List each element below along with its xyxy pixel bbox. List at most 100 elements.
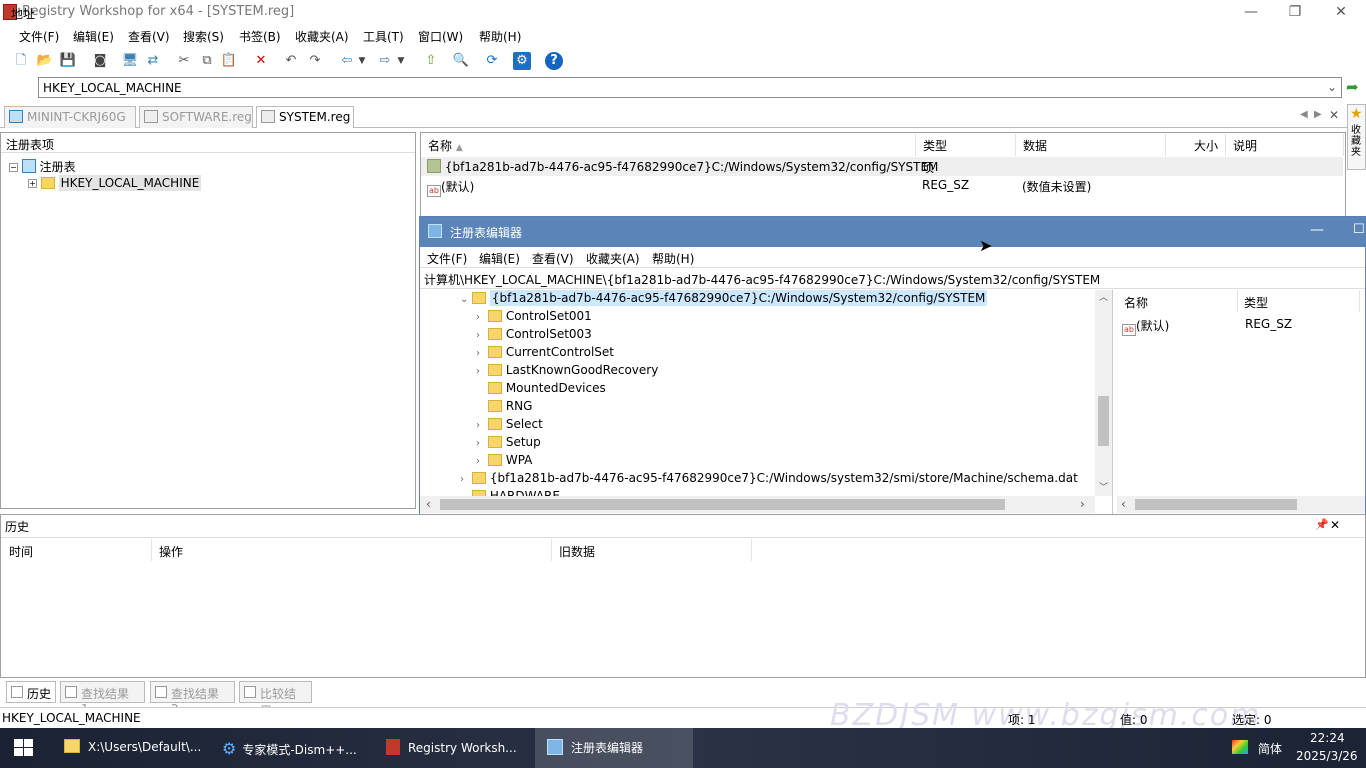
scroll-up-icon[interactable]: ︿ (1099, 290, 1108, 303)
copy-icon[interactable]: ⧉ (198, 52, 216, 70)
tab-find-results-2[interactable]: 查找结果 2 (150, 681, 235, 716)
menu-bookmarks[interactable]: 书签(B) (239, 28, 281, 45)
values-horizontal-scrollbar[interactable]: ‹ (1117, 496, 1365, 513)
paste-icon[interactable]: 📋 (220, 52, 238, 70)
list-row-selected[interactable]: {bf1a281b-ad7b-4476-ac95-f47682990ce7}C:… (421, 157, 1343, 176)
taskbar-dism[interactable]: ⚙ 专家模式-Dism++... (214, 728, 374, 768)
values-col-type[interactable]: 类型 (1244, 294, 1268, 311)
tab-scroll-right-icon[interactable]: ▶ (1314, 109, 1322, 120)
menu-window[interactable]: 窗口(W) (418, 28, 463, 45)
settings-icon[interactable]: ⚙ (513, 52, 531, 70)
values-col-name[interactable]: 名称 (1124, 294, 1148, 311)
column-size[interactable]: 大小 (1166, 134, 1226, 156)
collapse-icon[interactable]: − (9, 163, 18, 172)
help-icon[interactable]: ? (545, 52, 563, 70)
regedit-menu-file[interactable]: 文件(F) (427, 250, 467, 267)
tree-item[interactable]: › LastKnownGoodRecovery (476, 363, 658, 381)
history-col-time[interactable]: 时间 (9, 543, 33, 560)
menu-favorites[interactable]: 收藏夹(A) (295, 28, 349, 45)
scroll-left-icon[interactable]: ‹ (1121, 497, 1126, 511)
up-folder-icon[interactable]: ⇧ (422, 52, 440, 70)
address-dropdown-icon[interactable]: ⌄ (1327, 80, 1337, 94)
new-icon[interactable]: 🗋 (12, 52, 30, 70)
tree-root[interactable]: − 注册表 (9, 158, 76, 175)
tab-compare-results[interactable]: 比较结果 (239, 681, 312, 718)
tree-vertical-scrollbar[interactable]: ︿ ﹀ (1095, 290, 1112, 496)
tree-item[interactable]: › Setup (476, 435, 541, 453)
expand-icon[interactable]: + (28, 179, 37, 188)
scroll-down-icon[interactable]: ﹀ (1099, 480, 1108, 493)
forward-dropdown-icon[interactable]: ▼ (396, 52, 406, 70)
tree-item-selected[interactable]: ⌄ {bf1a281b-ad7b-4476-ac95-f47682990ce7}… (460, 290, 988, 309)
go-arrow-icon[interactable]: ➦ (1346, 78, 1359, 96)
tree-item[interactable]: › {bf1a281b-ad7b-4476-ac95-f47682990ce7}… (460, 471, 1078, 489)
open-icon[interactable]: 📂 (36, 52, 54, 70)
tree-item[interactable]: › ControlSet003 (476, 327, 592, 345)
computer-icon[interactable]: 🖥 (121, 52, 139, 70)
refresh-icon[interactable]: ⟳ (483, 52, 501, 70)
connect-icon[interactable]: ⇄ (144, 52, 162, 70)
minimize-button[interactable]: — (1236, 2, 1266, 22)
close-button[interactable]: ✕ (1326, 2, 1356, 22)
tree-item[interactable]: › CurrentControlSet (476, 345, 614, 363)
column-data[interactable]: 数据 (1016, 134, 1166, 156)
forward-icon[interactable]: ⇨ (376, 52, 394, 70)
undo-icon[interactable]: ↶ (282, 52, 300, 70)
tab-scroll-left-icon[interactable]: ◀ (1300, 109, 1308, 120)
scroll-left-icon[interactable]: ‹ (426, 497, 431, 511)
redo-icon[interactable]: ↷ (306, 52, 324, 70)
menu-file[interactable]: 文件(F) (19, 28, 59, 45)
menu-tools[interactable]: 工具(T) (363, 28, 404, 45)
regedit-minimize-button[interactable]: — (1310, 222, 1324, 238)
tree-item[interactable]: › WPA (476, 453, 532, 471)
menu-edit[interactable]: 编辑(E) (73, 28, 114, 45)
camera-icon[interactable]: ◙ (91, 52, 109, 70)
save-icon[interactable]: 💾 (59, 52, 77, 70)
regedit-address-bar[interactable]: 计算机\HKEY_LOCAL_MACHINE\{bf1a281b-ad7b-44… (420, 267, 1365, 289)
input-language[interactable]: 简体 (1258, 740, 1282, 757)
maximize-button[interactable]: ❐ (1280, 2, 1310, 22)
tree-item[interactable]: RNG (476, 399, 532, 417)
address-input[interactable]: HKEY_LOCAL_MACHINE ⌄ (38, 77, 1342, 98)
scroll-thumb[interactable] (1098, 396, 1109, 446)
menu-search[interactable]: 搜索(S) (183, 28, 224, 45)
column-name[interactable]: 名称 ▲ (421, 134, 916, 156)
taskbar-regedit[interactable]: 注册表编辑器 (535, 728, 693, 768)
back-icon[interactable]: ⇦ (338, 52, 356, 70)
delete-icon[interactable]: ✕ (252, 52, 270, 70)
list-row[interactable]: ab (默认) REG_SZ (数值未设置) (421, 176, 1343, 197)
scroll-thumb[interactable] (440, 499, 1005, 510)
regedit-menu-help[interactable]: 帮助(H) (652, 250, 694, 267)
history-close-icon[interactable]: ✕ (1330, 518, 1340, 532)
tree-item[interactable]: MountedDevices (476, 381, 606, 399)
regedit-maximize-button[interactable]: ☐ (1353, 222, 1365, 237)
menu-help[interactable]: 帮助(H) (479, 28, 521, 45)
scroll-right-icon[interactable]: › (1080, 497, 1085, 511)
tab-history[interactable]: 历史 (6, 681, 56, 703)
regedit-menu-view[interactable]: 查看(V) (532, 250, 574, 267)
windows-start-icon[interactable] (14, 739, 34, 757)
clock-date[interactable]: 2025/3/26 (1296, 749, 1358, 763)
scroll-thumb[interactable] (1135, 499, 1297, 510)
clock-time[interactable]: 22:24 (1310, 731, 1345, 745)
value-row[interactable]: ab (默认) (1122, 317, 1169, 336)
tree-item[interactable]: › Select (476, 417, 543, 435)
tree-horizontal-scrollbar[interactable]: ‹ › (420, 496, 1095, 513)
column-type[interactable]: 类型 (916, 134, 1016, 156)
tab-close-icon[interactable]: ✕ (1329, 108, 1339, 122)
tab-minint[interactable]: MININT-CKRJ60G (4, 106, 136, 128)
tree-item[interactable]: › ControlSet001 (476, 309, 592, 327)
pin-icon[interactable]: 📌 (1315, 518, 1329, 531)
cut-icon[interactable]: ✂ (175, 52, 193, 70)
color-icon[interactable] (1232, 740, 1248, 754)
tab-find-results-1[interactable]: 查找结果 1 (60, 681, 145, 716)
history-col-operation[interactable]: 操作 (159, 543, 183, 560)
regedit-menu-favorites[interactable]: 收藏夹(A) (586, 250, 640, 267)
taskbar-registry-workshop[interactable]: Registry Worksh... (378, 728, 528, 768)
tab-software[interactable]: SOFTWARE.reg (139, 106, 253, 128)
tab-system[interactable]: SYSTEM.reg (256, 106, 354, 128)
history-col-old-data[interactable]: 旧数据 (559, 543, 595, 560)
menu-view[interactable]: 查看(V) (128, 28, 170, 45)
tree-hklm[interactable]: + HKEY_LOCAL_MACHINE (28, 175, 202, 191)
find-icon[interactable]: 🔍 (452, 52, 470, 70)
